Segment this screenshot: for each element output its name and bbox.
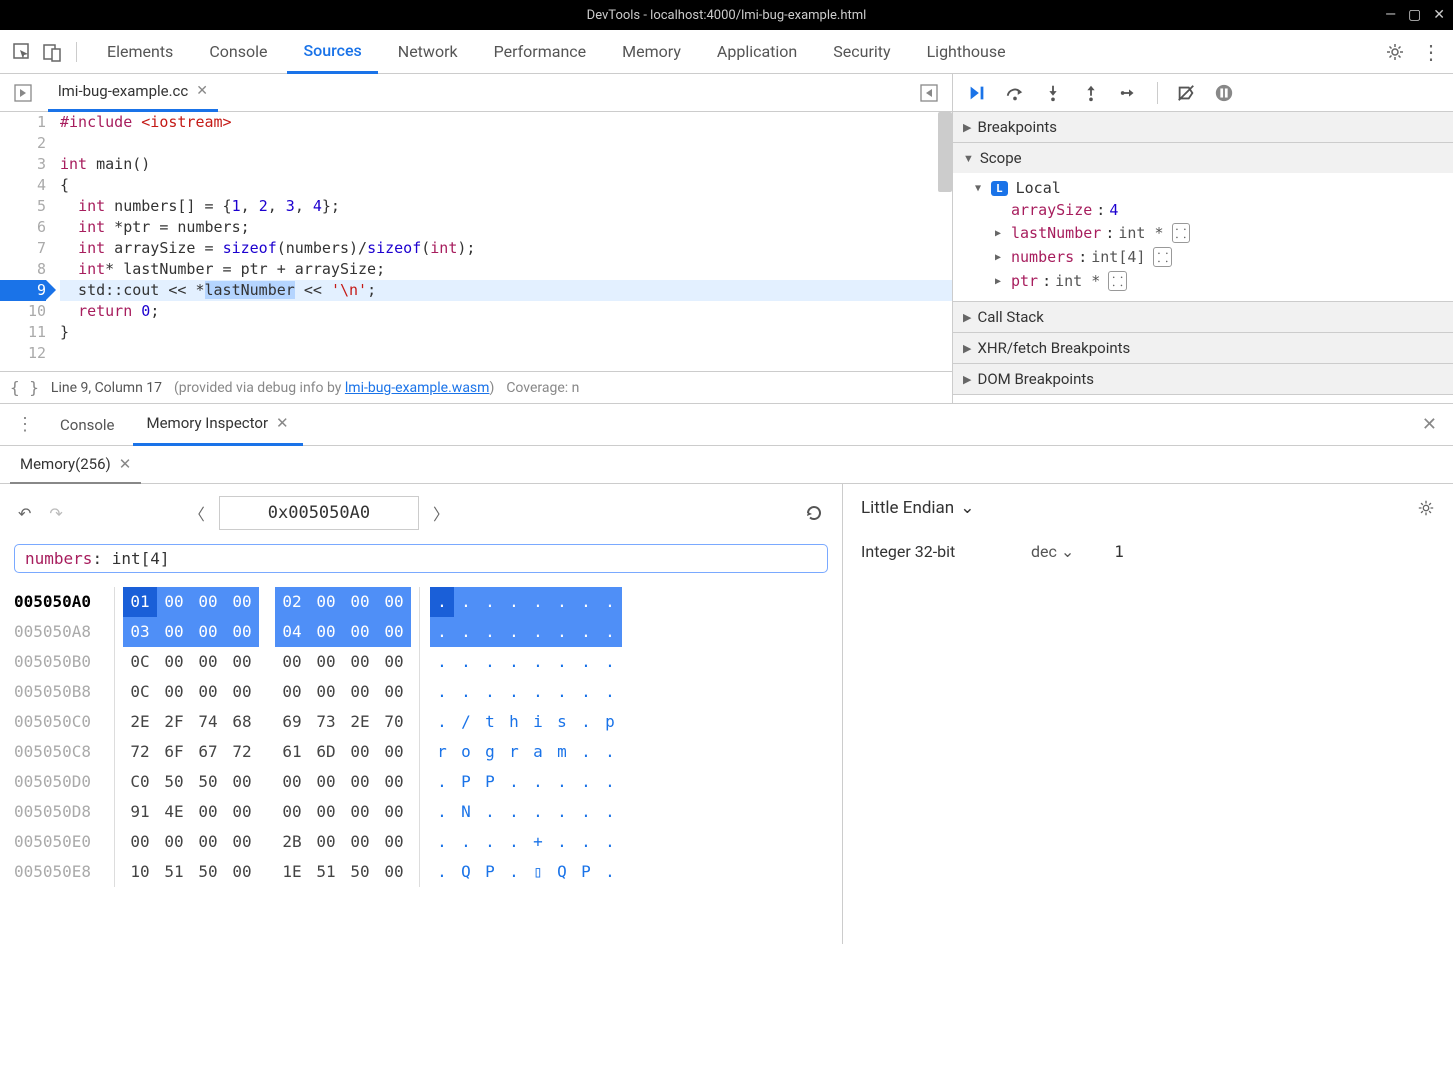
hex-row[interactable]: 005050B80C00000000000000........: [14, 677, 828, 707]
breakpoints-section[interactable]: ▶Breakpoints: [953, 112, 1453, 142]
hex-row[interactable]: 005050E8105150001E515000.QP.▯QP.: [14, 857, 828, 887]
pretty-print-icon[interactable]: { }: [10, 378, 39, 397]
hex-row[interactable]: 005050A00100000002000000........: [14, 587, 828, 617]
scope-var[interactable]: ▶lastNumber: int *⸬: [965, 221, 1453, 245]
debugger-panel: ▶Breakpoints ▼Scope ▼LLocal arraySize: 4…: [953, 74, 1453, 403]
hex-viewer: ↶ ↷ 〈 0x005050A0 〉 numbers: int[4] 00505…: [0, 484, 843, 944]
device-icon[interactable]: [42, 42, 62, 62]
file-tab-label: lmi-bug-example.cc: [58, 82, 188, 100]
close-icon[interactable]: ✕: [119, 455, 132, 473]
close-icon[interactable]: ✕: [276, 414, 289, 432]
chevron-down-icon: ⌄: [1061, 542, 1074, 561]
status-bar: { } Line 9, Column 17 (provided via debu…: [0, 371, 952, 403]
resume-icon[interactable]: [967, 83, 987, 103]
hex-row[interactable]: 005050A80300000004000000........: [14, 617, 828, 647]
tab-sources[interactable]: Sources: [287, 30, 377, 74]
hex-row[interactable]: 005050C8726F6772616D0000rogram..: [14, 737, 828, 767]
drawer-menu-icon[interactable]: ⋮: [8, 414, 42, 435]
undo-icon[interactable]: ↶: [14, 500, 35, 527]
window-title: DevTools - localhost:4000/lmi-bug-exampl…: [587, 8, 867, 23]
minimize-icon[interactable]: —: [1385, 7, 1396, 23]
xhr-section[interactable]: ▶XHR/fetch Breakpoints: [953, 333, 1453, 363]
scrollbar[interactable]: [938, 112, 952, 192]
deactivate-breakpoints-icon[interactable]: [1176, 83, 1196, 103]
value-display: 1: [1114, 542, 1124, 561]
value-format-select[interactable]: dec⌄: [1031, 542, 1074, 561]
drawer-close-icon[interactable]: ✕: [1414, 414, 1445, 435]
object-chip[interactable]: numbers: int[4]: [14, 544, 828, 573]
step-into-icon[interactable]: [1043, 83, 1063, 103]
window-titlebar: DevTools - localhost:4000/lmi-bug-exampl…: [0, 0, 1453, 30]
pause-exceptions-icon[interactable]: [1214, 83, 1234, 103]
redo-icon[interactable]: ↷: [45, 500, 66, 527]
file-tab[interactable]: lmi-bug-example.cc ✕: [48, 74, 218, 112]
dom-section[interactable]: ▶DOM Breakpoints: [953, 364, 1453, 394]
value-type: Integer 32-bit: [861, 542, 991, 561]
value-interpreter: Little Endian ⌄ Integer 32-bit dec⌄ 1: [843, 484, 1453, 944]
scope-section[interactable]: ▼Scope: [953, 143, 1453, 173]
close-icon[interactable]: ✕: [1433, 7, 1445, 23]
tab-performance[interactable]: Performance: [478, 30, 603, 74]
tab-security[interactable]: Security: [817, 30, 906, 74]
endianness-select[interactable]: Little Endian ⌄: [861, 498, 974, 518]
scope-var[interactable]: arraySize: 4: [965, 199, 1453, 221]
prev-page-icon[interactable]: 〈: [185, 497, 209, 529]
tab-elements[interactable]: Elements: [91, 30, 189, 74]
step-over-icon[interactable]: [1005, 83, 1025, 103]
hex-row[interactable]: 005050D0C050500000000000.PP.....: [14, 767, 828, 797]
debugger-toggle-icon[interactable]: [914, 84, 944, 102]
wasm-link[interactable]: lmi-bug-example.wasm: [345, 380, 490, 396]
drawer-tab-console[interactable]: Console: [46, 404, 129, 446]
kebab-icon[interactable]: ⋮: [1421, 40, 1441, 64]
tab-memory[interactable]: Memory: [606, 30, 697, 74]
drawer-tab-bar: ⋮ Console Memory Inspector ✕ ✕: [0, 404, 1453, 446]
next-page-icon[interactable]: 〉: [429, 497, 453, 529]
coverage-text: Coverage: n: [506, 380, 579, 396]
address-input[interactable]: 0x005050A0: [219, 496, 419, 530]
navigator-toggle-icon[interactable]: [8, 84, 38, 102]
callstack-section[interactable]: ▶Call Stack: [953, 302, 1453, 332]
step-icon[interactable]: [1119, 83, 1139, 103]
settings-icon[interactable]: [1385, 42, 1405, 62]
main-tab-bar: Elements Console Sources Network Perform…: [0, 30, 1453, 74]
tab-application[interactable]: Application: [701, 30, 813, 74]
hex-row[interactable]: 005050B00C00000000000000........: [14, 647, 828, 677]
reveal-memory-icon[interactable]: ⸬: [1108, 271, 1127, 291]
settings-icon[interactable]: [1417, 499, 1435, 517]
refresh-icon[interactable]: [800, 499, 828, 527]
tab-console[interactable]: Console: [193, 30, 283, 74]
reveal-memory-icon[interactable]: ⸬: [1172, 223, 1191, 243]
memory-tab[interactable]: Memory(256) ✕: [10, 446, 141, 484]
scope-var[interactable]: ▶numbers: int[4]⸬: [965, 245, 1453, 269]
hex-row[interactable]: 005050C02E2F746869732E70./this.p: [14, 707, 828, 737]
maximize-icon[interactable]: ▢: [1408, 7, 1421, 23]
close-icon[interactable]: ✕: [196, 83, 208, 99]
hex-row[interactable]: 005050E0000000002B000000....+...: [14, 827, 828, 857]
tab-lighthouse[interactable]: Lighthouse: [911, 30, 1022, 74]
cursor-position: Line 9, Column 17: [51, 380, 162, 396]
step-out-icon[interactable]: [1081, 83, 1101, 103]
hex-row[interactable]: 005050D8914E000000000000.N......: [14, 797, 828, 827]
drawer-tab-memory-inspector[interactable]: Memory Inspector ✕: [133, 404, 303, 446]
sources-panel: lmi-bug-example.cc ✕ 123456789101112 #in…: [0, 74, 953, 403]
scope-var[interactable]: ▶ptr: int *⸬: [965, 269, 1453, 293]
reveal-memory-icon[interactable]: ⸬: [1153, 247, 1172, 267]
code-editor[interactable]: 123456789101112 #include <iostream> int …: [0, 112, 952, 371]
chevron-down-icon: ⌄: [960, 498, 974, 518]
inspect-icon[interactable]: [12, 42, 32, 62]
tab-network[interactable]: Network: [382, 30, 474, 74]
scope-local[interactable]: ▼LLocal: [965, 177, 1453, 199]
memory-tab-bar: Memory(256) ✕: [0, 446, 1453, 484]
